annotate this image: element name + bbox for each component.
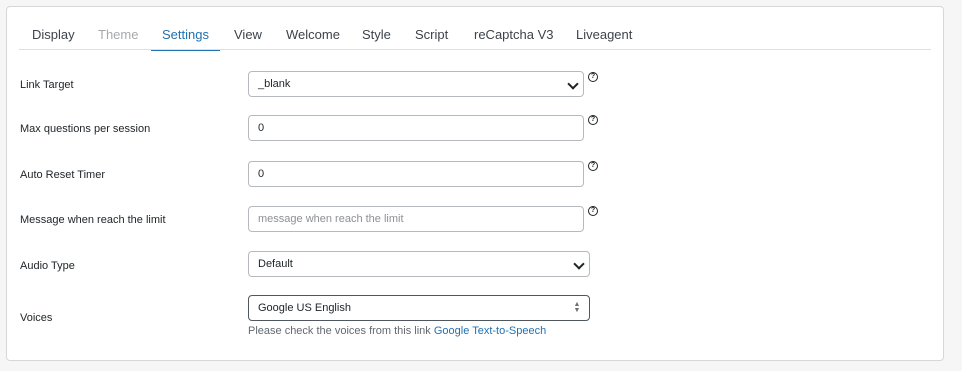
audio-type-value: Default	[258, 258, 293, 270]
tab-style[interactable]: Style	[362, 27, 391, 50]
chevron-down-icon	[573, 258, 585, 270]
audio-type-label: Audio Type	[20, 260, 75, 272]
tab-settings[interactable]: Settings	[151, 27, 220, 51]
tab-view[interactable]: View	[234, 27, 262, 50]
chevron-down-icon	[567, 78, 579, 90]
help-icon[interactable]: ?	[588, 72, 598, 82]
auto-reset-timer-label: Auto Reset Timer	[20, 169, 105, 181]
up-down-stepper-icon: ▲ ▼	[573, 301, 581, 314]
voices-value: Google US English	[258, 302, 351, 314]
audio-type-select[interactable]: Default	[248, 251, 590, 277]
voices-hint: Please check the voices from this link G…	[248, 325, 546, 337]
help-icon[interactable]: ?	[588, 161, 598, 171]
link-target-select[interactable]: _blank	[248, 71, 584, 97]
help-icon[interactable]: ?	[588, 206, 598, 216]
tab-script[interactable]: Script	[415, 27, 448, 50]
settings-panel: Display Theme Settings View Welcome Styl…	[6, 6, 944, 361]
max-questions-input[interactable]: 0	[248, 115, 584, 141]
tab-recaptcha-v3[interactable]: reCaptcha V3	[474, 27, 554, 50]
auto-reset-timer-value: 0	[258, 168, 265, 180]
link-target-label: Link Target	[20, 79, 74, 91]
voices-label: Voices	[20, 312, 53, 324]
limit-message-placeholder: message when reach the limit	[258, 213, 404, 225]
tab-theme[interactable]: Theme	[98, 27, 138, 50]
google-tts-link[interactable]: Google Text-to-Speech	[434, 325, 546, 337]
limit-message-label: Message when reach the limit	[20, 214, 166, 226]
tab-welcome[interactable]: Welcome	[286, 27, 340, 50]
auto-reset-timer-input[interactable]: 0	[248, 161, 584, 187]
help-icon[interactable]: ?	[588, 115, 598, 125]
voices-select[interactable]: Google US English ▲ ▼	[248, 295, 590, 321]
tab-bar: Display Theme Settings View Welcome Styl…	[19, 7, 931, 51]
max-questions-value: 0	[258, 122, 265, 134]
limit-message-input[interactable]: message when reach the limit	[248, 206, 584, 232]
tab-display[interactable]: Display	[32, 27, 75, 50]
link-target-value: _blank	[258, 78, 291, 90]
tab-liveagent[interactable]: Liveagent	[576, 27, 632, 50]
max-questions-label: Max questions per session	[20, 123, 151, 135]
voices-hint-text: Please check the voices from this link	[248, 325, 431, 337]
